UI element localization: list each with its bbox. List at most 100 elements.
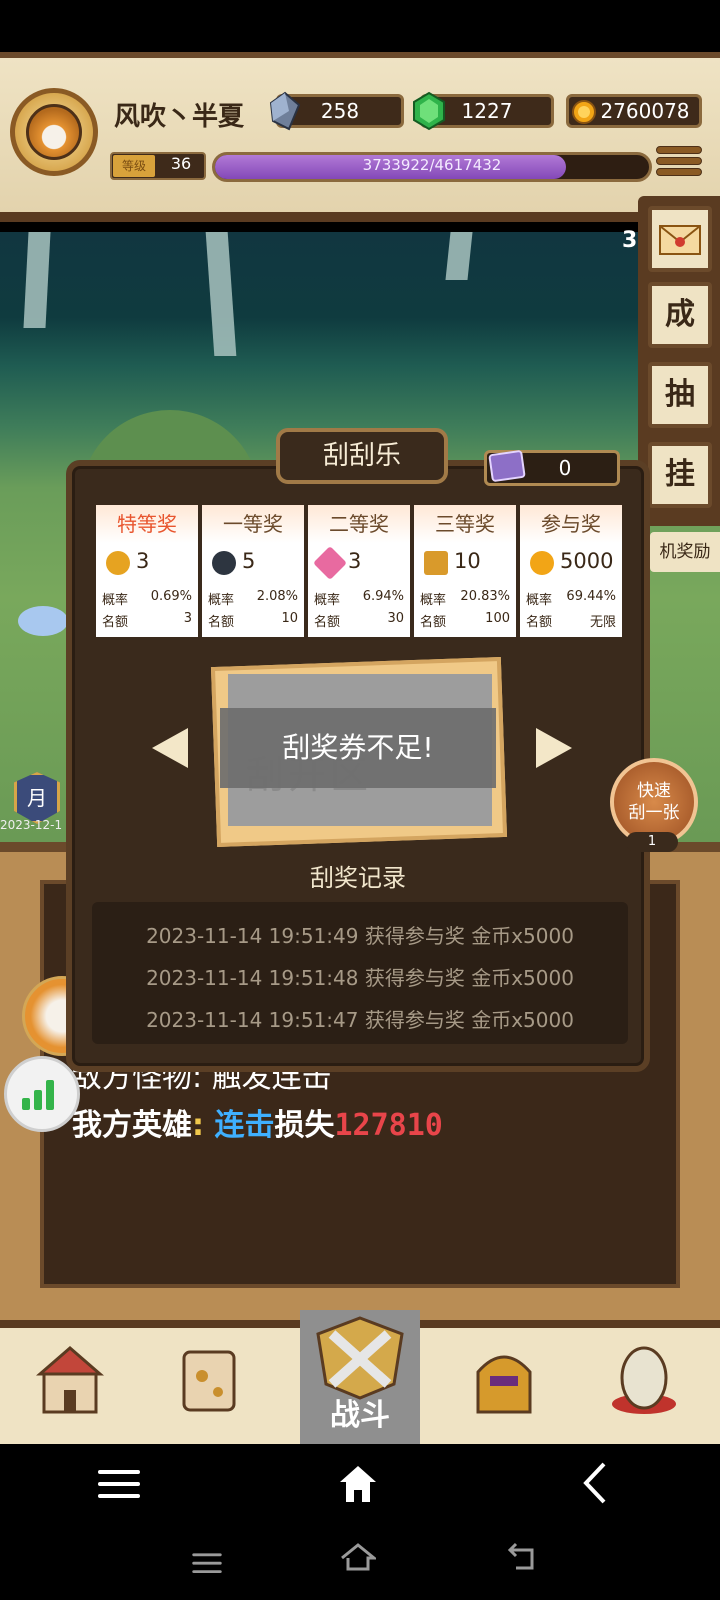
gold-coin-icon [530, 551, 554, 575]
side-counter: 3 [622, 228, 638, 253]
prize-quota-value: 无限 [589, 615, 616, 630]
achievement-button[interactable]: 成 [648, 282, 712, 348]
record-item: 2023-11-14 19:51:49 获得参与奖 金币x5000 [146, 924, 574, 948]
popup-title: 刮刮乐 [276, 428, 448, 484]
home-icon[interactable] [336, 1462, 380, 1506]
egg-icon [612, 1346, 676, 1414]
prev-arrow-icon[interactable] [152, 728, 188, 768]
green-gem-icon [413, 91, 445, 131]
prize-quota-value: 30 [387, 611, 404, 626]
next-arrow-icon[interactable] [536, 728, 572, 768]
prize-count: 5000 [560, 549, 614, 573]
log-loss-label: 损失 [274, 1108, 335, 1143]
prize-quota-label: 名额 [208, 615, 235, 630]
prize-quota: 名额 10 [208, 611, 298, 630]
prize-third: 三等奖 10 概率 20.83% 名额 100 [414, 505, 516, 637]
prize-rate-value: 2.08% [256, 589, 298, 604]
record-item: 2023-11-14 19:51:48 获得参与奖 金币x5000 [146, 966, 574, 990]
prize-name: 参与奖 [520, 505, 622, 543]
mail-button[interactable] [648, 206, 712, 272]
prize-count: 5 [242, 549, 256, 573]
envelope-icon [659, 225, 701, 255]
level-value: 36 [170, 154, 192, 173]
gem-value: 1227 [461, 99, 513, 123]
prize-count: 3 [136, 549, 150, 573]
nav-battle-label: 战斗 [330, 1398, 390, 1433]
prize-rate-label: 概率 [526, 593, 553, 608]
gold-counter[interactable]: 2760078 [566, 94, 702, 128]
crystal-icon [269, 91, 301, 131]
prize-count: 10 [454, 549, 481, 573]
level-tag: 等级 [113, 155, 155, 177]
back-icon[interactable] [580, 1460, 610, 1506]
prize-rate-value: 69.44% [566, 589, 616, 604]
gem-counter[interactable]: 1227 [413, 91, 554, 131]
nav-hero[interactable] [444, 1330, 564, 1440]
tree-trunk [445, 232, 473, 280]
recent-apps-icon[interactable] [98, 1470, 140, 1506]
nav-pet[interactable] [584, 1330, 704, 1440]
prize-quota-label: 名额 [420, 615, 447, 630]
ticket-icon [488, 449, 526, 483]
menu-icon[interactable] [192, 1553, 222, 1578]
prize-participation: 参与奖 5000 概率 69.44% 名额 无限 [520, 505, 622, 637]
prize-rate: 概率 69.44% [526, 589, 616, 608]
crystal-counter[interactable]: 258 [269, 91, 404, 131]
log-colon: : [192, 1108, 204, 1143]
log-line: 我方英雄: 连击损失127810 [72, 1100, 443, 1144]
exp-text: 3733922/4617432 [362, 156, 502, 174]
prize-rate-value: 0.69% [150, 589, 192, 604]
draw-button[interactable]: 抽 [648, 362, 712, 428]
prize-quota-value: 100 [485, 611, 510, 626]
crystal-value: 258 [320, 99, 360, 123]
tree-trunk [205, 232, 237, 356]
signal-icon [22, 1080, 62, 1110]
prize-name: 一等奖 [202, 505, 304, 543]
quick-scratch-label: 快速 [637, 781, 671, 801]
record-item: 2023-11-14 19:51:47 获得参与奖 金币x5000 [146, 1008, 574, 1032]
dark-egg-icon [212, 551, 236, 575]
player-name: 风吹丶半夏 [114, 102, 245, 132]
prize-quota-label: 名额 [314, 615, 341, 630]
prize-quota: 名额 100 [420, 611, 510, 630]
prize-name: 二等奖 [308, 505, 410, 543]
prize-quota-value: 10 [281, 611, 298, 626]
pink-gem-icon [313, 546, 347, 580]
monthly-date: 2023-12-1 [0, 818, 63, 832]
ticket-count: 0 [558, 456, 572, 480]
prize-rate-label: 概率 [208, 593, 235, 608]
home-outline-icon[interactable] [340, 1542, 376, 1572]
gold-coin-icon [572, 100, 596, 124]
prize-rate: 概率 20.83% [420, 589, 510, 608]
castle-icon [35, 1346, 105, 1414]
menu-icon[interactable] [656, 146, 702, 184]
prize-second: 二等奖 3 概率 6.94% 名额 30 [308, 505, 410, 637]
prize-name: 特等奖 [96, 505, 198, 543]
prize-quota: 名额 无限 [526, 611, 616, 630]
prize-quota: 名额 3 [102, 611, 192, 630]
prize-rate-value: 6.94% [362, 589, 404, 604]
idle-reward-label[interactable]: 机奖励 [650, 532, 720, 572]
log-skill: 连击 [214, 1108, 275, 1143]
idle-button[interactable]: 挂 [648, 442, 712, 508]
prize-rate: 概率 0.69% [102, 589, 192, 608]
prize-quota: 名额 30 [314, 611, 404, 630]
avatar-portrait-icon [26, 104, 82, 160]
prize-quota-label: 名额 [526, 615, 553, 630]
prize-name: 三等奖 [414, 505, 516, 543]
prize-quota-label: 名额 [102, 615, 129, 630]
crossed-swords-icon [316, 1316, 404, 1400]
return-icon[interactable] [506, 1542, 538, 1572]
system-nav-secondary [0, 1520, 720, 1600]
nav-town[interactable] [10, 1330, 130, 1440]
prize-quota-value: 3 [183, 611, 192, 626]
tree-trunk [23, 232, 51, 328]
quick-scratch-label: 刮一张 [628, 803, 680, 823]
nav-map[interactable] [150, 1330, 270, 1440]
prize-rate-value: 20.83% [460, 589, 510, 604]
prize-rate-label: 概率 [420, 593, 447, 608]
prize-rate-label: 概率 [102, 593, 129, 608]
prize-rate: 概率 6.94% [314, 589, 404, 608]
prize-first: 一等奖 5 概率 2.08% 名额 10 [202, 505, 304, 637]
log-damage-value: 127810 [334, 1108, 443, 1143]
